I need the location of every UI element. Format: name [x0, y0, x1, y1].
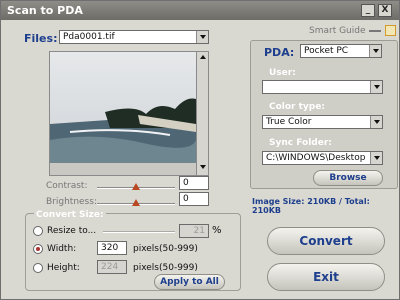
brightness-input[interactable]: 0	[179, 192, 209, 206]
convert-size-title: Convert Size:	[34, 210, 106, 220]
sync-folder-label: Sync Folder:	[269, 138, 332, 148]
pda-value: Pocket PC	[304, 46, 349, 56]
height-input[interactable]: 224	[97, 260, 127, 274]
contrast-input[interactable]: 0	[179, 176, 209, 190]
files-dropdown[interactable]: Pda0001.tif	[59, 30, 209, 44]
chevron-down-icon	[370, 152, 382, 164]
convert-button[interactable]: Convert	[267, 227, 385, 255]
preview-vertical-scrollbar[interactable]	[196, 52, 208, 175]
close-button[interactable]: X	[378, 4, 392, 17]
minimize-button[interactable]: _	[361, 4, 375, 17]
chevron-down-icon	[196, 31, 208, 43]
scan-to-pda-window: Scan to PDA _ X Files: Pda0001.tif Smart…	[0, 0, 400, 300]
scanned-image-preview	[50, 52, 196, 163]
smart-guide-label: Smart Guide	[309, 26, 366, 36]
chevron-down-icon	[370, 116, 382, 128]
browse-button[interactable]: Browse	[313, 170, 383, 186]
width-radio[interactable]	[33, 244, 43, 254]
brightness-slider-thumb[interactable]	[132, 199, 140, 206]
contrast-slider[interactable]	[97, 183, 175, 190]
pda-dropdown[interactable]: Pocket PC	[300, 44, 382, 58]
resize-slider	[103, 231, 175, 233]
arrow-right-icon	[369, 30, 381, 32]
brightness-label: Brightness:	[46, 197, 97, 207]
sync-folder-dropdown[interactable]: C:\WINDOWS\Desktop	[262, 151, 383, 165]
width-input[interactable]: 320	[97, 241, 127, 255]
resize-input[interactable]: 21	[179, 224, 209, 238]
user-label: User:	[269, 68, 296, 78]
scroll-up-icon[interactable]	[200, 55, 206, 59]
files-value: Pda0001.tif	[63, 32, 115, 42]
width-label: Width:	[47, 244, 77, 254]
files-label: Files:	[24, 32, 58, 45]
pda-label: PDA:	[264, 46, 295, 59]
smart-guide-icon[interactable]	[385, 25, 396, 36]
exit-button[interactable]: Exit	[267, 263, 385, 291]
brightness-slider[interactable]	[97, 199, 175, 206]
width-unit: pixels(50-999)	[133, 244, 198, 254]
resize-label: Resize to...	[47, 226, 97, 236]
apply-to-all-button[interactable]: Apply to All	[154, 274, 225, 290]
sync-folder-value: C:\WINDOWS\Desktop	[266, 153, 366, 163]
height-radio[interactable]	[33, 263, 43, 273]
image-preview-frame	[49, 51, 209, 176]
title-bar: Scan to PDA _ X	[1, 1, 399, 20]
percent-label: %	[212, 225, 222, 236]
scroll-down-icon[interactable]	[200, 165, 206, 169]
image-size-text: Image Size: 210KB / Total: 210KB	[252, 197, 370, 215]
window-title: Scan to PDA	[7, 4, 83, 17]
color-type-value: True Color	[266, 117, 312, 127]
user-dropdown[interactable]	[262, 80, 383, 94]
resize-radio[interactable]	[33, 226, 43, 236]
chevron-down-icon	[369, 45, 381, 57]
color-type-label: Color type:	[269, 102, 325, 112]
contrast-label: Contrast:	[46, 181, 88, 191]
color-type-dropdown[interactable]: True Color	[262, 115, 383, 129]
height-unit: pixels(50-999)	[133, 263, 198, 273]
chevron-down-icon	[370, 81, 382, 93]
height-label: Height:	[47, 263, 80, 273]
contrast-slider-thumb[interactable]	[132, 183, 140, 190]
